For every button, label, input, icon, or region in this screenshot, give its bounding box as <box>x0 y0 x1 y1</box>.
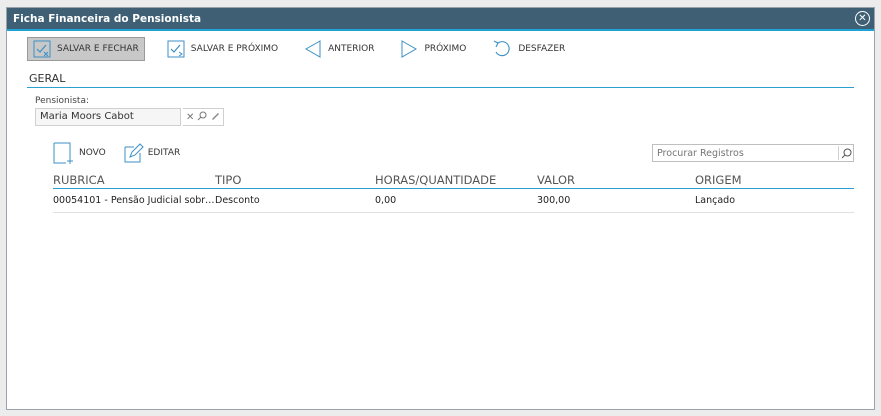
arrow-right-icon <box>401 40 418 58</box>
search-records <box>652 144 854 162</box>
save-next-icon <box>167 40 185 58</box>
save-and-close-button[interactable]: SALVAR E FECHAR <box>27 37 145 61</box>
previous-button[interactable]: ANTERIOR <box>300 38 378 60</box>
edit-icon <box>124 143 144 163</box>
section-geral: GERAL <box>27 72 854 88</box>
cell-tipo: Desconto <box>215 195 260 206</box>
next-button[interactable]: PRÓXIMO <box>396 38 470 60</box>
edit-button[interactable]: EDITAR <box>124 143 180 163</box>
column-header-rubrica[interactable]: RUBRICA <box>53 173 215 187</box>
edit-label: EDITAR <box>147 148 181 158</box>
pensionista-input[interactable]: Maria Moors Cabot <box>35 108 181 126</box>
list-toolbar: NOVO EDITAR <box>53 142 854 164</box>
pensionista-label: Pensionista: <box>35 96 90 106</box>
cell-origem: Lançado <box>695 195 736 206</box>
save-and-next-button[interactable]: SALVAR E PRÓXIMO <box>163 38 282 60</box>
undo-icon <box>494 40 510 57</box>
title-bar: Ficha Financeira do Pensionista ✕ <box>7 8 874 31</box>
previous-label: ANTERIOR <box>328 44 375 54</box>
records-grid: RUBRICA TIPO HORAS/QUANTIDADE VALOR ORIG… <box>53 170 854 213</box>
cell-valor: 300,00 <box>537 195 571 206</box>
close-icon[interactable]: ✕ <box>855 11 870 26</box>
search-icon[interactable] <box>838 146 853 160</box>
next-label: PRÓXIMO <box>424 44 467 54</box>
table-row[interactable]: 00054101 - Pensão Judicial sobre Sa... D… <box>53 189 854 213</box>
save-and-close-label: SALVAR E FECHAR <box>57 44 139 54</box>
undo-button[interactable]: DESFAZER <box>488 38 569 60</box>
cell-rubrica: 00054101 - Pensão Judicial sobre Sa... <box>53 195 215 206</box>
arrow-left-icon <box>305 40 321 58</box>
search-input[interactable] <box>653 147 831 159</box>
pensionista-field-icons: ✕ <box>183 108 225 126</box>
search-icon[interactable] <box>197 111 207 124</box>
column-header-horas-quantidade[interactable]: HORAS/QUANTIDADE <box>375 173 537 187</box>
edit-pencil-icon[interactable] <box>210 111 220 124</box>
save-close-icon <box>33 40 51 58</box>
pensionista-field: Maria Moors Cabot ✕ <box>35 108 874 126</box>
new-record-icon <box>53 142 73 164</box>
toolbar: SALVAR E FECHAR SALVAR E PRÓXIMO ANTERIO… <box>7 31 874 64</box>
column-header-valor[interactable]: VALOR <box>537 173 695 187</box>
undo-label: DESFAZER <box>518 44 566 54</box>
clear-icon[interactable]: ✕ <box>186 112 194 123</box>
save-and-next-label: SALVAR E PRÓXIMO <box>190 44 279 54</box>
new-button[interactable]: NOVO <box>53 142 106 164</box>
column-header-origem[interactable]: ORIGEM <box>695 173 850 187</box>
window-title: Ficha Financeira do Pensionista <box>13 12 202 25</box>
grid-header: RUBRICA TIPO HORAS/QUANTIDADE VALOR ORIG… <box>53 170 854 189</box>
column-header-tipo[interactable]: TIPO <box>215 173 375 187</box>
dialog-window: Ficha Financeira do Pensionista ✕ SALVAR… <box>6 7 875 410</box>
new-label: NOVO <box>79 148 106 158</box>
list-actions: NOVO EDITAR <box>53 142 180 164</box>
cell-horas-quantidade: 0,00 <box>375 195 397 206</box>
section-title: GERAL <box>27 72 854 88</box>
